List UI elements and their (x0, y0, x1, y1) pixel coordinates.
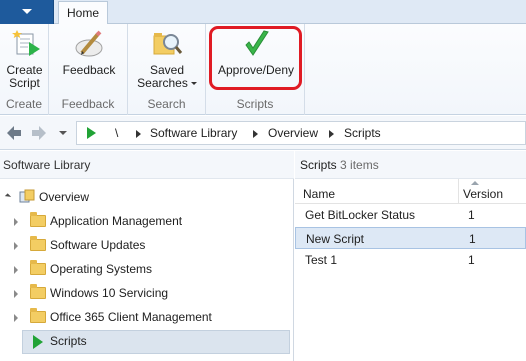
expand-toggle-icon[interactable] (4, 193, 12, 200)
expand-toggle-icon[interactable] (14, 218, 18, 226)
create-script-icon (11, 30, 40, 56)
expand-toggle-icon[interactable] (14, 266, 18, 274)
create-script-label-2: Script (9, 76, 40, 90)
breadcrumb-scripts[interactable]: Scripts (344, 126, 381, 140)
chevron-down-icon (190, 82, 197, 86)
saved-searches-icon (153, 33, 183, 55)
cell-version: 1 (468, 208, 475, 222)
column-header-name[interactable]: Name (303, 187, 335, 201)
history-dropdown-icon[interactable] (59, 131, 67, 135)
overview-icon (19, 189, 35, 203)
group-label-create: Create (5, 97, 43, 111)
folder-icon (30, 308, 46, 323)
cell-name: Get BitLocker Status (305, 208, 416, 222)
chevron-down-icon (22, 9, 32, 14)
breadcrumb-separator-icon[interactable] (136, 130, 141, 138)
tree-label: Windows 10 Servicing (50, 286, 169, 300)
saved-searches-label-2: Searches (137, 76, 188, 90)
application-menu-button[interactable] (0, 0, 54, 24)
expand-toggle-icon[interactable] (14, 242, 18, 250)
cell-version: 1 (469, 232, 476, 246)
tree-label: Overview (39, 190, 90, 204)
tree-label: Application Management (50, 214, 183, 228)
results-pane: Scripts 3 items Name Version Get BitLock… (295, 151, 526, 361)
folder-icon (30, 212, 46, 227)
sort-ascending-icon (471, 181, 479, 185)
breadcrumb-overview[interactable]: Overview (268, 126, 318, 140)
cell-version: 1 (468, 253, 475, 267)
table-row[interactable]: Test 1 1 (295, 249, 526, 271)
tree-item-windows-10-servicing[interactable]: Windows 10 Servicing (0, 283, 294, 305)
tree-item-office-365-client-management[interactable]: Office 365 Client Management (0, 307, 294, 329)
tree-label: Software Updates (50, 238, 146, 252)
expand-toggle-icon[interactable] (14, 290, 18, 298)
expand-toggle-icon[interactable] (14, 314, 18, 322)
navigation-pane: Software Library Overview Application Ma… (0, 151, 294, 361)
cell-name: New Script (306, 232, 365, 246)
ribbon-group-feedback: Feedback Feedback (49, 24, 128, 115)
column-divider[interactable] (458, 179, 459, 204)
cell-name: Test 1 (305, 253, 338, 267)
group-label-search: Search (147, 97, 186, 111)
forward-icon[interactable] (29, 123, 49, 143)
table-row[interactable]: New Script 1 (295, 227, 526, 249)
tree-label: Office 365 Client Management (50, 310, 212, 324)
results-title-label: Scripts (300, 158, 337, 172)
folder-icon (30, 284, 46, 299)
tree-item-operating-systems[interactable]: Operating Systems (0, 259, 294, 281)
breadcrumb-root[interactable]: \ (115, 126, 118, 140)
feedback-icon (75, 30, 103, 57)
folder-icon (30, 260, 46, 275)
create-script-label-1: Create (6, 63, 43, 77)
scripts-node-icon (87, 127, 96, 139)
saved-searches-label-1: Saved (149, 63, 185, 77)
feedback-label: Feedback (62, 63, 116, 77)
ribbon-group-search: Saved Searches Search (128, 24, 206, 115)
group-label-scripts: Scripts (236, 97, 274, 111)
group-label-feedback: Feedback (61, 97, 115, 111)
breadcrumb-separator-icon[interactable] (329, 130, 334, 138)
results-count: 3 items (340, 158, 379, 172)
results-title: Scripts 3 items (295, 151, 526, 179)
ribbon-group-create: Create Script Create (0, 24, 49, 115)
column-header-row: Name Version (295, 179, 526, 204)
tree-item-overview[interactable]: Overview (0, 187, 294, 209)
back-icon[interactable] (4, 123, 24, 143)
tree-item-scripts[interactable]: Scripts (0, 330, 294, 354)
approve-deny-highlight (209, 26, 302, 90)
tree-item-application-management[interactable]: Application Management (0, 211, 294, 233)
breadcrumb-software-library[interactable]: Software Library (150, 126, 237, 140)
feedback-button[interactable]: Feedback (57, 28, 121, 77)
table-row[interactable]: Get BitLocker Status 1 (295, 204, 526, 226)
navigation-bar: \ Software Library Overview Scripts (0, 116, 526, 150)
tree-label: Operating Systems (50, 262, 153, 276)
ribbon-tab-bar: Home (0, 0, 526, 25)
navigation-pane-title: Software Library (0, 151, 294, 179)
tree-item-software-updates[interactable]: Software Updates (0, 235, 294, 257)
create-script-button[interactable]: Create Script (2, 28, 47, 90)
tab-home[interactable]: Home (58, 1, 108, 25)
column-header-version[interactable]: Version (463, 187, 503, 201)
folder-icon (30, 236, 46, 251)
saved-searches-button[interactable]: Saved Searches (134, 28, 200, 90)
tree-label: Scripts (50, 334, 87, 348)
breadcrumb-separator-icon[interactable] (253, 130, 258, 138)
breadcrumb[interactable]: \ Software Library Overview Scripts (76, 121, 526, 145)
scripts-node-icon (33, 335, 43, 349)
